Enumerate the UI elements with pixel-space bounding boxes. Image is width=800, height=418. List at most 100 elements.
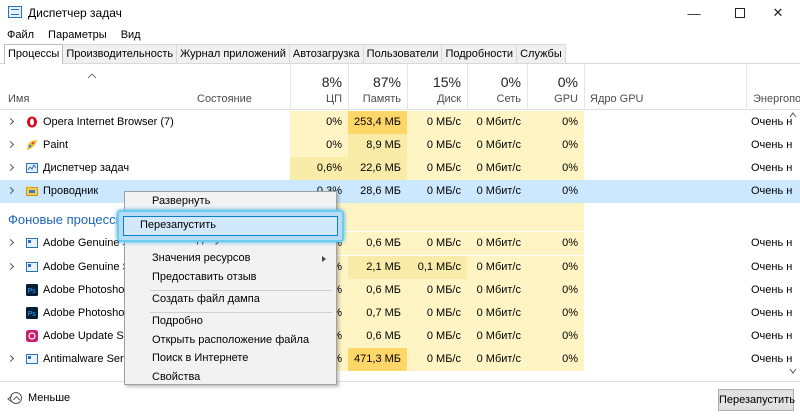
heat-band [407,203,467,231]
expand-chevron-icon[interactable] [6,163,15,172]
network-cell: 0 Мбит/с [467,157,527,180]
table-row[interactable]: Диспетчер задач 0,6% 22,6 МБ 0 МБ/с 0 Мб… [0,157,800,180]
energy-cell: Очень н [751,307,793,319]
expand-chevron-icon[interactable] [6,238,15,247]
scroll-down-icon[interactable] [789,367,797,375]
svg-text:Ps: Ps [28,288,37,295]
menu-item-resource-values[interactable]: Значения ресурсов [125,249,336,268]
expand-chevron-icon[interactable] [6,262,15,271]
header-disk[interactable]: 15% Диск [407,64,467,110]
network-cell: 0 Мбит/с [467,256,527,279]
header-memory-percent: 87% [372,74,401,90]
disk-cell: 0 МБ/с [407,157,467,180]
disk-cell: 0 МБ/с [407,232,467,255]
cpu-cell: 0% [290,111,348,134]
network-cell: 0 Мбит/с [467,302,527,325]
menu-bar: Файл Параметры Вид [0,26,148,44]
energy-cell: Очень н [751,162,793,174]
minimize-button[interactable]: — [672,0,716,26]
menu-item-restart-highlight[interactable]: Перезапустить [117,210,344,242]
network-cell: 0 Мбит/с [467,325,527,348]
maximize-icon [735,8,745,18]
menu-options[interactable]: Параметры [41,26,114,44]
header-gpu[interactable]: 0% GPU [527,64,584,110]
scroll-up-icon[interactable] [789,111,797,119]
menu-item-details[interactable]: Подробно [125,312,336,331]
header-cpu-label: ЦП [325,93,342,105]
table-row[interactable]: Opera Internet Browser (7) 0% 253,4 МБ 0… [0,111,800,134]
energy-cell: Очень н [751,261,793,273]
header-name[interactable]: Имя [8,93,29,105]
memory-cell: 471,3 МБ [348,348,407,371]
tab-users[interactable]: Пользователи [362,44,443,63]
table-row[interactable]: Antimalware Servic 0% 471,3 МБ 0 МБ/с 0 … [0,348,800,371]
menu-file[interactable]: Файл [0,26,41,44]
process-name: Проводник [43,185,99,197]
expand-chevron-icon[interactable] [6,354,15,363]
menu-item-feedback[interactable]: Предоставить отзыв [125,268,336,287]
menu-item-search-online[interactable]: Поиск в Интернете [125,349,336,368]
process-name: Opera Internet Browser (7) [43,116,174,128]
paint-icon [27,140,37,150]
heat-band [527,203,584,231]
column-header: Имя Состояние 8% ЦП 87% Память 15% Диск … [0,64,800,110]
table-row[interactable]: Ps Adobe Photoshop 0% 0,7 МБ 0 МБ/с 0 Мб… [0,302,800,325]
expand-chevron-icon[interactable] [6,117,15,126]
collapse-icon[interactable] [10,392,22,404]
tab-startup[interactable]: Автозагрузка [288,44,364,63]
process-name: Adobe Photoshop [43,307,131,319]
tab-performance[interactable]: Производительность [62,44,178,63]
photoshop-icon: Ps [26,307,38,319]
process-name: Диспетчер задач [43,162,130,174]
header-gpu-label: GPU [554,93,578,105]
expand-chevron-icon[interactable] [6,186,15,195]
disk-cell: 0 МБ/с [407,302,467,325]
menu-item-restart[interactable]: Перезапустить [140,219,216,231]
menu-item-expand[interactable]: Развернуть [125,192,336,211]
tab-services[interactable]: Службы [516,44,566,63]
network-cell: 0 Мбит/с [467,111,527,134]
adobe-update-icon [26,330,38,342]
header-disk-percent: 15% [432,74,461,90]
disk-cell: 0 МБ/с [407,325,467,348]
disk-cell: 0 МБ/с [407,279,467,302]
menu-item-create-dump[interactable]: Создать файл дампа [125,290,336,309]
tab-app-history[interactable]: Журнал приложений [176,44,290,63]
expand-chevron-icon[interactable] [6,140,15,149]
network-cell: 0 Мбит/с [467,134,527,157]
memory-cell: 22,6 МБ [348,157,407,180]
table-row[interactable]: Adobe Update Servi 0% 0,6 МБ 0 МБ/с 0 Мб… [0,325,800,348]
menu-view[interactable]: Вид [114,26,148,44]
menu-item-properties[interactable]: Свойства [125,368,336,387]
network-cell: 0 Мбит/с [467,279,527,302]
window-title: Диспетчер задач [28,6,122,20]
network-cell: 0 Мбит/с [476,185,521,197]
tab-details[interactable]: Подробности [441,44,518,63]
disk-cell: 0,1 МБ/с [407,256,467,279]
table-row[interactable]: Adobe Genuine Sof 0% 2,1 МБ 0,1 МБ/с 0 М… [0,256,800,279]
header-memory[interactable]: 87% Память [348,64,407,110]
header-gpu-engine[interactable]: Ядро GPU [584,64,746,110]
memory-cell: 0,6 МБ [348,232,407,255]
header-gpu-percent: 0% [557,74,578,90]
header-status[interactable]: Состояние [197,93,252,105]
gpu-cell: 0% [527,279,584,302]
energy-cell: Очень н [751,284,793,296]
header-energy[interactable]: Энергопот [746,64,800,110]
header-network[interactable]: 0% Сеть [467,64,527,110]
menu-item-open-location[interactable]: Открыть расположение файла [125,331,336,350]
tab-processes[interactable]: Процессы [4,44,64,64]
fewer-details-link[interactable]: Меньше [28,392,70,404]
restart-button[interactable]: Перезапустить [718,389,795,411]
header-cpu[interactable]: 8% ЦП [290,64,348,110]
table-row[interactable]: Ps Adobe Photoshop 0% 0,6 МБ 0 МБ/с 0 Мб… [0,279,800,302]
disk-cell: 0 МБ/с [407,111,467,134]
gpu-cell: 0% [527,302,584,325]
gpu-cell: 0% [527,348,584,371]
close-button[interactable]: ✕ [756,0,800,26]
memory-cell: 0,6 МБ [348,325,407,348]
table-row[interactable]: Paint 0% 8,9 МБ 0 МБ/с 0 Мбит/с 0% Очень… [0,134,800,157]
header-network-label: Сеть [496,93,521,105]
heat-band [348,203,407,231]
table-row-selected[interactable]: Проводник 0,3% 28,6 МБ 0 МБ/с 0 Мбит/с 0… [0,180,800,203]
